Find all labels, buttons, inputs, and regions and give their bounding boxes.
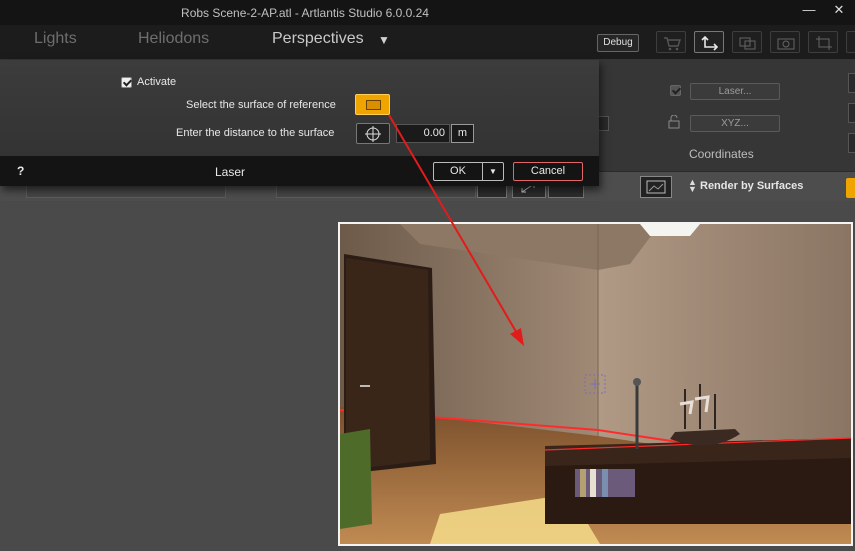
laser-dialog: Activate Select the surface of reference… xyxy=(0,60,599,186)
ok-button[interactable]: OK xyxy=(433,162,483,181)
unit-selector[interactable]: m xyxy=(451,124,474,143)
export-button[interactable] xyxy=(694,31,724,53)
laser-dialog-footer: ? Laser xyxy=(0,156,599,186)
help-button[interactable]: ? xyxy=(17,164,24,178)
top-navigation: Lights Heliodons Perspectives ▼ Debug xyxy=(0,25,855,59)
lock-icon[interactable] xyxy=(667,115,681,129)
distance-label: Enter the distance to the surface xyxy=(176,127,335,139)
shop-button[interactable] xyxy=(656,31,686,53)
select-surface-button[interactable] xyxy=(355,94,390,115)
accent-tab[interactable] xyxy=(846,178,855,198)
windows-button[interactable] xyxy=(732,31,762,53)
laser-checkbox[interactable] xyxy=(670,85,681,96)
room-render-image xyxy=(340,224,851,544)
sort-updown-icon[interactable]: ▲ ▼ xyxy=(688,178,697,194)
chevron-down-icon[interactable]: ▼ xyxy=(378,33,390,47)
activate-checkbox[interactable] xyxy=(121,77,132,88)
dialog-title: Laser xyxy=(215,165,246,179)
ok-dropdown-button[interactable]: ▼ xyxy=(482,162,504,181)
coordinates-label: Coordinates xyxy=(689,147,754,161)
axes-arrow-icon xyxy=(701,35,719,51)
cart-icon xyxy=(664,37,681,51)
render-mode-label: Render by Surfaces xyxy=(700,180,804,192)
panel-side-control-2[interactable] xyxy=(848,103,855,123)
distance-input[interactable]: 0.00 xyxy=(396,124,450,143)
extra-tool-button[interactable] xyxy=(846,31,855,53)
camera-button[interactable] xyxy=(770,31,800,53)
panel-side-control-1[interactable] xyxy=(848,73,855,93)
surface-icon xyxy=(366,100,381,110)
render-preview-icon xyxy=(646,180,666,194)
debug-button[interactable]: Debug xyxy=(597,34,639,52)
tab-perspectives[interactable]: Perspectives xyxy=(272,30,364,48)
render-mode-button[interactable] xyxy=(640,176,672,198)
render-viewport[interactable] xyxy=(338,222,853,546)
select-surface-label: Select the surface of reference xyxy=(186,99,336,111)
tab-lights[interactable]: Lights xyxy=(34,30,77,48)
close-button[interactable]: ✕ xyxy=(826,0,852,20)
crop-button[interactable] xyxy=(808,31,838,53)
cancel-button[interactable]: Cancel xyxy=(513,162,583,181)
xyz-button[interactable]: XYZ... xyxy=(690,115,780,132)
panel-side-control-3[interactable] xyxy=(848,133,855,153)
minimize-button[interactable]: — xyxy=(796,0,822,20)
activate-label: Activate xyxy=(137,76,177,88)
window-title: Robs Scene-2-AP.atl - Artlantis Studio 6… xyxy=(181,6,429,20)
windows-icon xyxy=(739,37,756,50)
laser-dialog-body: Activate Select the surface of reference… xyxy=(0,60,599,156)
crop-icon xyxy=(816,36,832,50)
tab-heliodons[interactable]: Heliodons xyxy=(138,30,209,48)
title-bar: Robs Scene-2-AP.atl - Artlantis Studio 6… xyxy=(0,0,855,25)
camera-icon xyxy=(777,38,795,50)
laser-button[interactable]: Laser... xyxy=(690,83,780,100)
crosshair-icon xyxy=(365,126,381,142)
pick-point-button[interactable] xyxy=(356,123,390,144)
